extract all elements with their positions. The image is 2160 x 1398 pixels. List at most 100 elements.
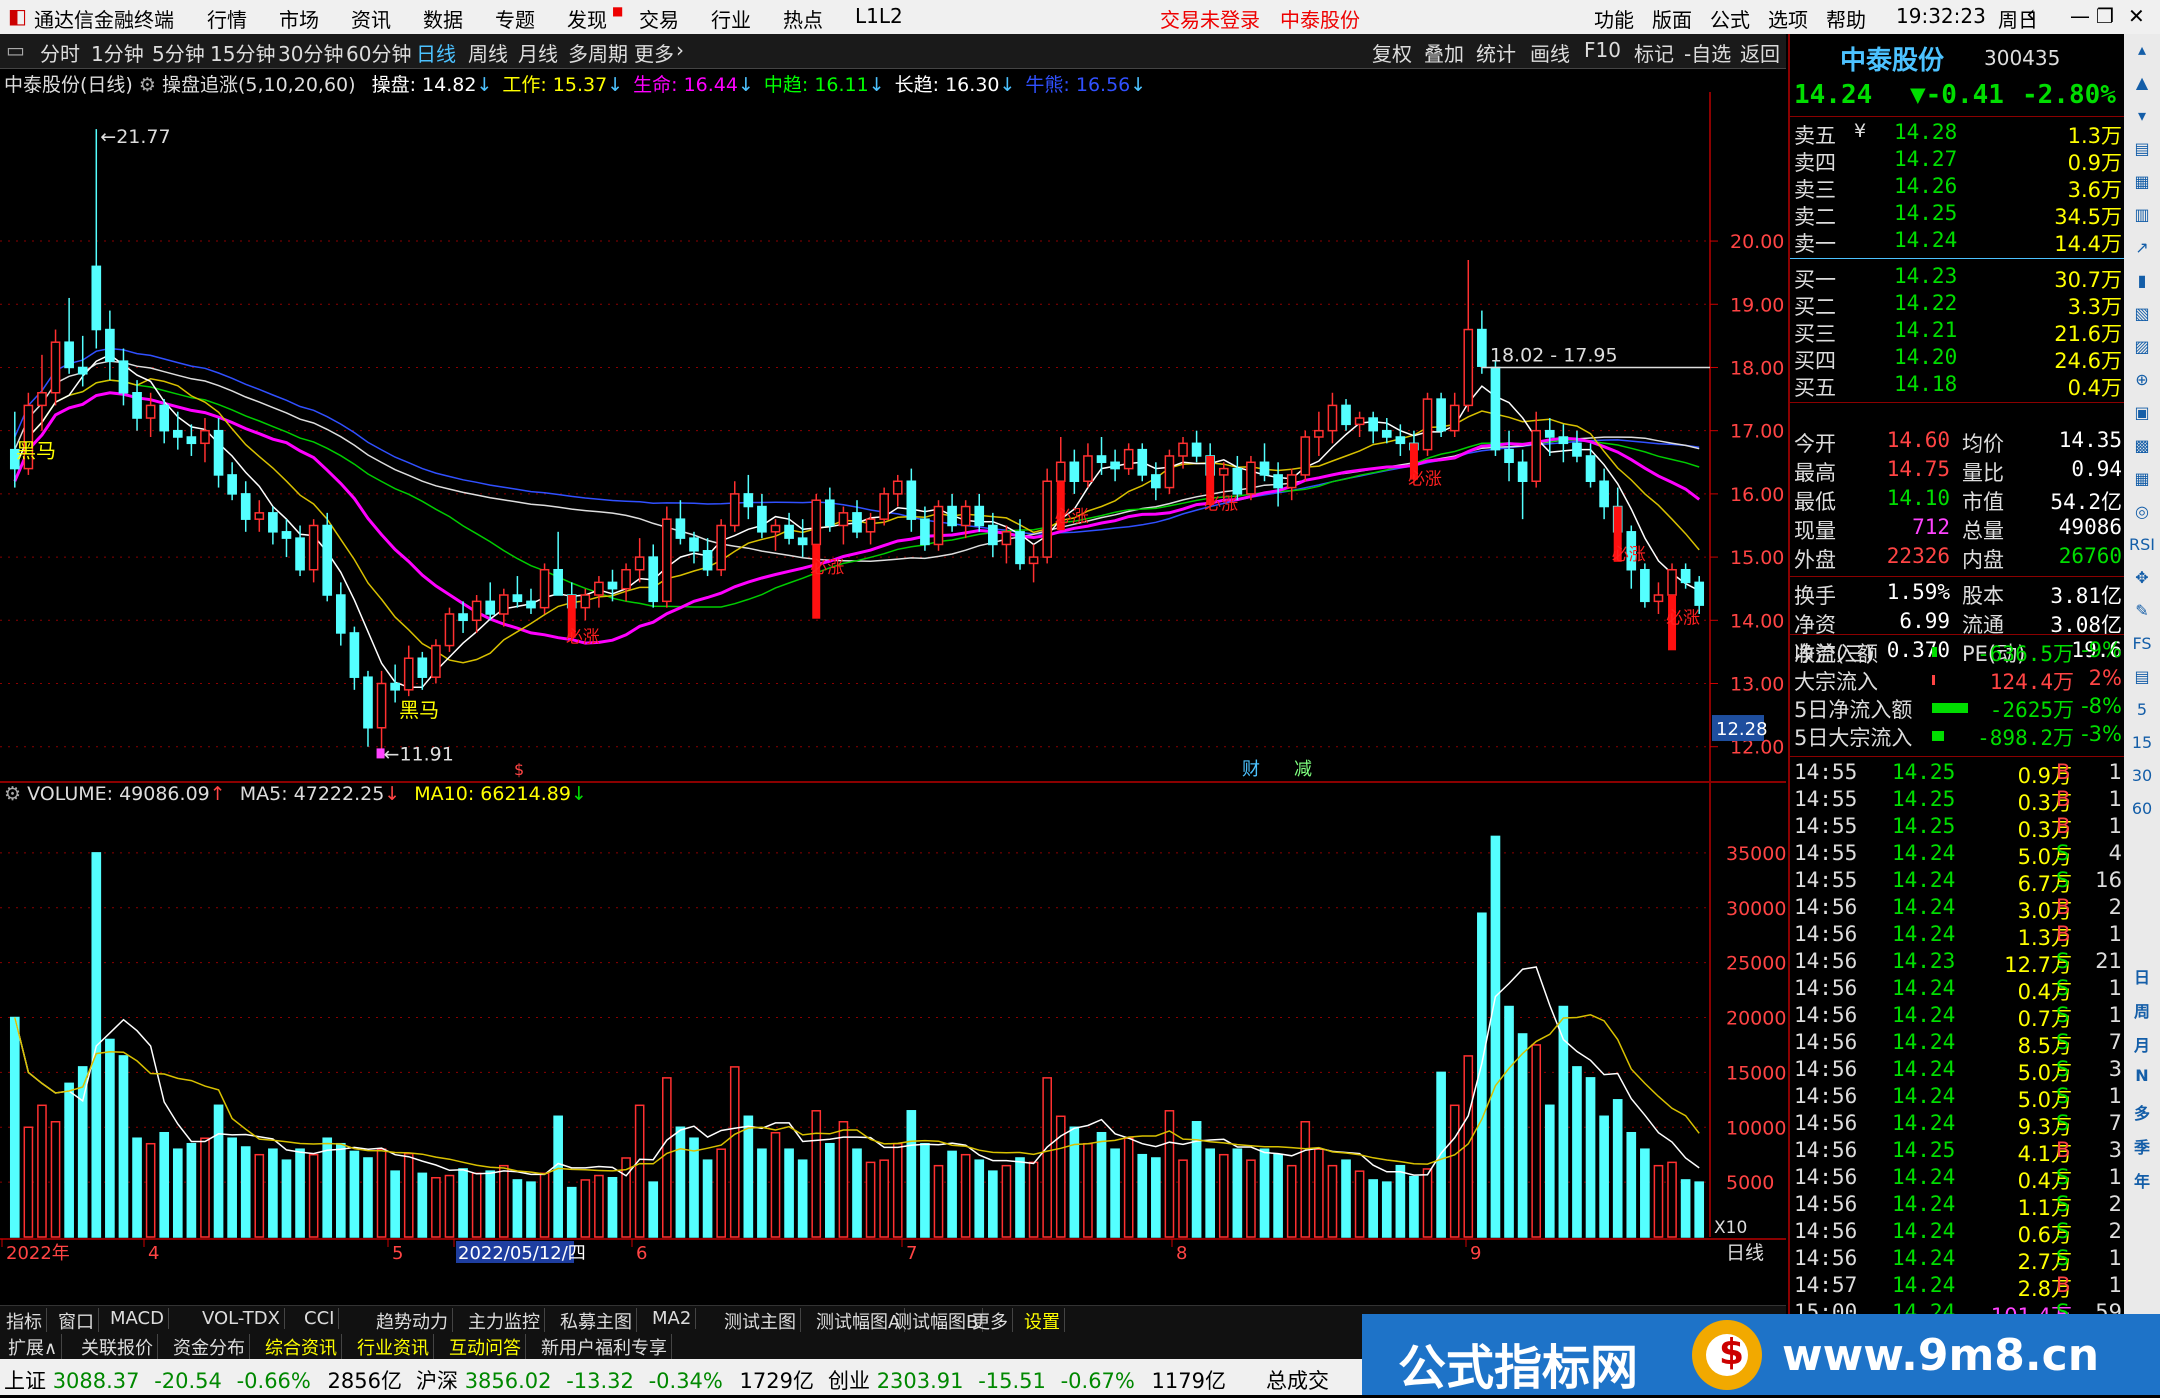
sidebar-tool-icon[interactable]: ◎ (2128, 502, 2156, 528)
minimize-icon[interactable]: — (2070, 4, 2090, 28)
btn-draw[interactable]: 画线 (1530, 38, 1570, 67)
indicator-tab[interactable]: 指标 (2, 1308, 47, 1334)
extension-tab[interactable]: 扩展∧ (4, 1334, 63, 1360)
sidebar-tool-icon[interactable]: ▾ (2128, 106, 2156, 132)
indicator-tab[interactable]: 窗口 (54, 1308, 99, 1334)
indicator-tab[interactable]: CCI (300, 1308, 340, 1329)
sidebar-tool-icon[interactable]: FS (2128, 634, 2156, 660)
indicator-tab[interactable]: 趋势动力 (372, 1308, 453, 1334)
sidebar-period-4[interactable]: 多 (2128, 1100, 2156, 1126)
extension-tab[interactable]: 综合资讯 (261, 1334, 342, 1360)
sidebar-tool-icon[interactable]: ✥ (2128, 568, 2156, 594)
menu-market[interactable]: 市场 (279, 4, 319, 33)
extension-tab[interactable]: 新用户福利专享 (537, 1334, 672, 1360)
sidebar-tool-icon[interactable]: ▴ (2128, 40, 2156, 66)
btn-overlay[interactable]: 叠加 (1424, 38, 1464, 67)
tab-daily[interactable]: 日线 (416, 38, 456, 67)
login-status[interactable]: 交易未登录 (1160, 4, 1260, 33)
indicator-tab[interactable]: 私募主图 (556, 1308, 637, 1334)
tab-5min[interactable]: 5分钟 (152, 38, 205, 67)
settings-gear-icon[interactable]: ⚙ (4, 783, 27, 805)
btn-statistics[interactable]: 统计 (1476, 38, 1516, 67)
sidebar-tool-icon[interactable]: ✎ (2128, 601, 2156, 627)
back-icon[interactable]: ‹ (2026, 0, 2036, 28)
sidebar-tool-icon[interactable]: ▮ (2128, 271, 2156, 297)
sidebar-tool-icon[interactable]: ▥ (2128, 205, 2156, 231)
chart-area[interactable]: 20.00 19.00 18.00 17.00 16.00 15.00 14.00 13.00… (0, 92, 1786, 1305)
btn-adjust[interactable]: 复权 (1372, 38, 1412, 67)
menu-trade[interactable]: 交易 (639, 4, 679, 33)
tab-1min[interactable]: 1分钟 (91, 38, 144, 67)
tab-30min[interactable]: 30分钟 (278, 38, 343, 67)
sidebar-period-1[interactable]: 周 (2128, 998, 2156, 1024)
indicator-tab[interactable]: 设置 (1020, 1308, 1065, 1334)
sidebar-tool-icon[interactable]: 5 (2128, 700, 2156, 726)
sidebar-tool-icon[interactable]: ▩ (2128, 436, 2156, 462)
sidebar-period-3[interactable]: N (2128, 1066, 2156, 1092)
tick-list[interactable]: 14:55 14.25 0.9万 B 1 14:55 14.25 0.3万 B 1 14:55 14.… (1790, 756, 2124, 1326)
menu-industry[interactable]: 行业 (711, 4, 751, 33)
sidebar-period-5[interactable]: 季 (2128, 1134, 2156, 1160)
index-quote[interactable]: 沪深 3856.02 -13.32 -0.34% 1729亿 (416, 1365, 814, 1395)
sidebar-tool-icon[interactable]: ▤ (2128, 139, 2156, 165)
extension-tab[interactable]: 资金分布 (169, 1334, 250, 1360)
tab-weekly[interactable]: 周线 (468, 38, 508, 67)
tab-60min[interactable]: 60分钟 (346, 38, 411, 67)
index-quote[interactable]: 上证 3088.37 -20.54 -0.66% 2856亿 (4, 1365, 402, 1395)
menu-l1l2[interactable]: L1L2 (855, 4, 903, 28)
index-quote[interactable]: 创业 2303.91 -15.51 -0.67% 1179亿 (828, 1365, 1226, 1395)
indicator-tab[interactable]: 主力监控 (464, 1308, 545, 1334)
menu-help[interactable]: 帮助 (1826, 4, 1866, 33)
sidebar-tool-icon[interactable]: 60 (2128, 799, 2156, 825)
indicator-tab[interactable]: MACD (106, 1308, 169, 1329)
sidebar-tool-icon[interactable]: ⊕ (2128, 370, 2156, 396)
indicator-tab[interactable]: MA2 (648, 1308, 697, 1329)
btn-f10[interactable]: F10 (1584, 38, 1621, 62)
sidebar-period-0[interactable]: 日 (2128, 964, 2156, 990)
close-icon[interactable]: ✕ (2128, 4, 2145, 28)
tab-more[interactable]: 更多 (634, 38, 674, 67)
sidebar-tool-icon[interactable]: ▦ (2128, 172, 2156, 198)
menu-topic[interactable]: 专题 (495, 4, 535, 33)
menu-hotspot[interactable]: 热点 (783, 4, 823, 33)
sidebar-period-6[interactable]: 年 (2128, 1168, 2156, 1194)
reduce-marker[interactable]: 减 (1294, 759, 1312, 780)
sidebar-tool-icon[interactable]: ▤ (2128, 667, 2156, 693)
chevron-right-icon[interactable]: › (676, 38, 684, 62)
menu-options[interactable]: 选项 (1768, 4, 1808, 33)
menu-discover[interactable]: 发现 (567, 4, 607, 33)
btn-watchlist[interactable]: -自选 (1684, 38, 1731, 67)
btn-mark[interactable]: 标记 (1634, 38, 1674, 67)
menu-function[interactable]: 功能 (1594, 4, 1634, 33)
menu-formula[interactable]: 公式 (1710, 4, 1750, 33)
menu-news[interactable]: 资讯 (351, 4, 391, 33)
tab-15min[interactable]: 15分钟 (210, 38, 275, 67)
extension-tab[interactable]: 互动问答 (445, 1334, 526, 1360)
sidebar-tool-icon[interactable]: 15 (2128, 733, 2156, 759)
indicator-tab[interactable]: 更多 (968, 1308, 1013, 1334)
indicator-tab[interactable]: 测试主图 (720, 1308, 801, 1334)
tab-intraday[interactable]: 分时 (40, 38, 80, 67)
dividend-marker[interactable]: $ (514, 760, 524, 779)
finance-marker[interactable]: 财 (1242, 759, 1260, 780)
sidebar-tool-icon[interactable]: ▣ (2128, 403, 2156, 429)
menu-market-quotes[interactable]: 行情 (207, 4, 247, 33)
sidebar-tool-icon[interactable]: 30 (2128, 766, 2156, 792)
sidebar-tool-icon[interactable]: ▧ (2128, 304, 2156, 330)
sidebar-tool-icon[interactable]: ▦ (2128, 469, 2156, 495)
sidebar-tool-icon[interactable]: ↗ (2128, 238, 2156, 264)
extension-tab[interactable]: 行业资讯 (353, 1334, 434, 1360)
menu-data[interactable]: 数据 (423, 4, 463, 33)
restore-icon[interactable]: ❐ (2096, 4, 2114, 28)
extension-tab[interactable]: 关联报价 (77, 1334, 158, 1360)
sidebar-tool-icon[interactable]: ▨ (2128, 337, 2156, 363)
sidebar-tool-icon[interactable]: RSI (2128, 535, 2156, 561)
tab-monthly[interactable]: 月线 (518, 38, 558, 67)
grid-icon[interactable]: ▭ (6, 38, 25, 62)
btn-return[interactable]: 返回 (1740, 38, 1780, 67)
tab-multi-period[interactable]: 多周期 (568, 38, 628, 67)
menu-layout[interactable]: 版面 (1652, 4, 1692, 33)
indicator-tab[interactable]: VOL-TDX (198, 1308, 285, 1329)
sidebar-tool-icon[interactable]: ▲ (2128, 73, 2156, 99)
sidebar-period-2[interactable]: 月 (2128, 1032, 2156, 1058)
